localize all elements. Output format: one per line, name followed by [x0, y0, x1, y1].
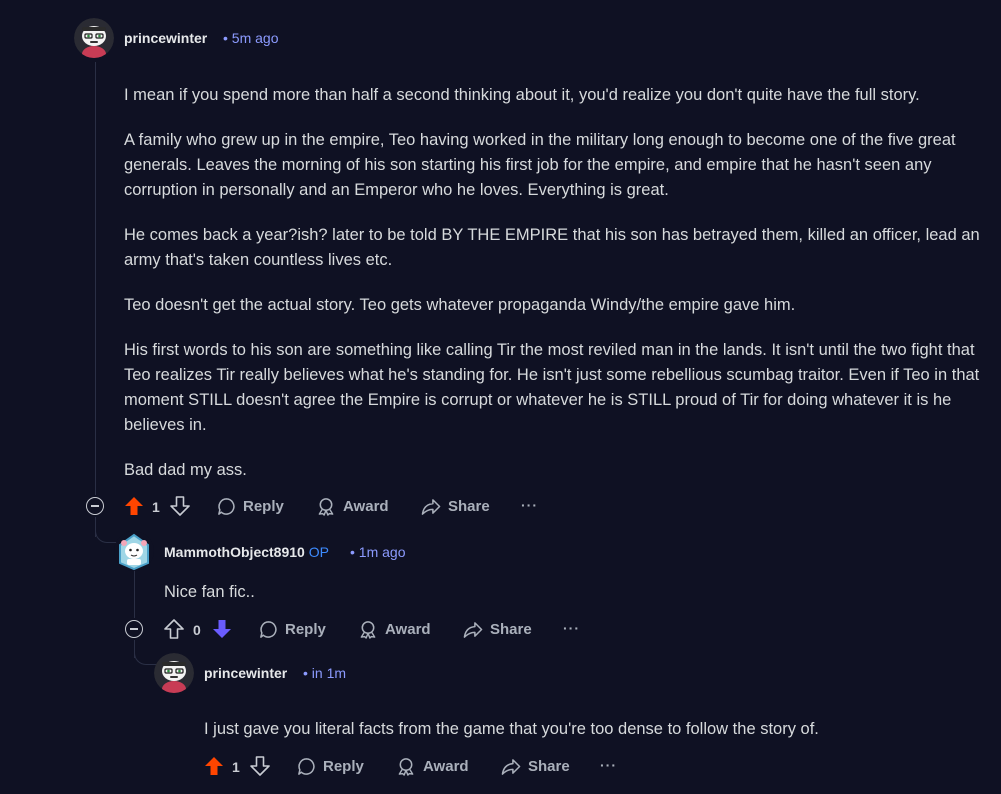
share-arrow-icon: [421, 499, 441, 515]
share-arrow-icon: [463, 622, 483, 638]
award-ribbon-icon: [318, 498, 334, 516]
award-label: Award: [385, 621, 431, 638]
comment-username[interactable]: princewinter: [204, 665, 287, 681]
award-button[interactable]: Award: [358, 620, 431, 639]
award-ribbon-icon: [398, 758, 414, 776]
more-options-button[interactable]: ···: [521, 497, 538, 513]
comment-timestamp[interactable]: • 5m ago: [223, 30, 279, 46]
collapse-minus-icon[interactable]: [86, 497, 104, 515]
upvote-arrow-icon: [125, 497, 143, 515]
reply-button[interactable]: Reply: [217, 497, 284, 516]
more-options-button[interactable]: ···: [563, 620, 580, 636]
speech-bubble-icon: [298, 758, 315, 775]
comment-paragraph: I just gave you literal facts from the g…: [204, 720, 819, 738]
award-button[interactable]: Award: [316, 497, 389, 516]
comment-paragraph: I mean if you spend more than half a sec…: [124, 86, 920, 104]
comment-timestamp[interactable]: • 1m ago: [350, 544, 406, 560]
award-ribbon-icon: [360, 621, 376, 639]
comment-body: Nice fan fic..: [164, 580, 964, 625]
downvote-button[interactable]: [212, 619, 232, 639]
avatar-princewinter-icon: [74, 18, 114, 58]
downvote-arrow-icon: [250, 756, 270, 776]
share-label: Share: [528, 758, 570, 775]
share-arrow-icon: [501, 759, 521, 775]
avatar-mammothobject-icon: [114, 531, 154, 571]
share-button[interactable]: Share: [463, 620, 532, 639]
comment-username[interactable]: MammothObject8910 OP: [164, 544, 329, 560]
upvote-arrow-icon: [164, 619, 184, 639]
username-text[interactable]: MammothObject8910: [164, 544, 305, 560]
avatar-princewinter-icon: [154, 653, 194, 693]
comment-paragraph: A family who grew up in the empire, Teo …: [124, 131, 956, 199]
reply-button[interactable]: Reply: [259, 620, 326, 639]
comment-paragraph: Nice fan fic..: [164, 583, 255, 601]
vote-count: 1: [232, 759, 240, 775]
avatar[interactable]: [114, 531, 154, 571]
vote-count: 0: [193, 622, 201, 638]
award-label: Award: [423, 758, 469, 775]
reply-label: Reply: [285, 621, 326, 638]
speech-bubble-icon: [218, 498, 235, 515]
thread-line-child: [134, 570, 135, 618]
upvote-arrow-icon: [205, 757, 223, 775]
comment-body: I mean if you spend more than half a sec…: [124, 83, 984, 503]
avatar[interactable]: [154, 653, 194, 693]
thread-branch-curve: [95, 520, 118, 543]
avatar[interactable]: [74, 18, 114, 58]
award-button[interactable]: Award: [396, 757, 469, 776]
comment-paragraph: Teo doesn't get the actual story. Teo ge…: [124, 296, 796, 314]
collapse-minus-icon[interactable]: [125, 620, 143, 638]
comment-timestamp[interactable]: • in 1m: [303, 665, 346, 681]
more-options-button[interactable]: ···: [600, 757, 617, 773]
downvote-arrow-icon: [213, 620, 231, 638]
share-button[interactable]: Share: [421, 497, 490, 516]
share-label: Share: [490, 621, 532, 638]
comment-username[interactable]: princewinter: [124, 30, 207, 46]
comment-paragraph: He comes back a year?ish? later to be to…: [124, 226, 980, 269]
speech-bubble-icon: [260, 621, 277, 638]
share-button[interactable]: Share: [501, 757, 570, 776]
upvote-button[interactable]: [204, 756, 224, 776]
thread-line-root: [95, 62, 96, 495]
award-label: Award: [343, 498, 389, 515]
comment-body: I just gave you literal facts from the g…: [204, 717, 984, 762]
downvote-button[interactable]: [170, 496, 190, 516]
upvote-button[interactable]: [164, 619, 184, 639]
upvote-button[interactable]: [124, 496, 144, 516]
reply-button[interactable]: Reply: [297, 757, 364, 776]
downvote-button[interactable]: [250, 756, 270, 776]
comment-paragraph: His first words to his son are something…: [124, 341, 980, 434]
reply-label: Reply: [323, 758, 364, 775]
comment-paragraph: Bad dad my ass.: [124, 461, 247, 479]
op-badge: OP: [308, 544, 329, 560]
reply-label: Reply: [243, 498, 284, 515]
vote-count: 1: [152, 499, 160, 515]
share-label: Share: [448, 498, 490, 515]
downvote-arrow-icon: [170, 496, 190, 516]
thread-branch-curve-2: [134, 640, 157, 665]
